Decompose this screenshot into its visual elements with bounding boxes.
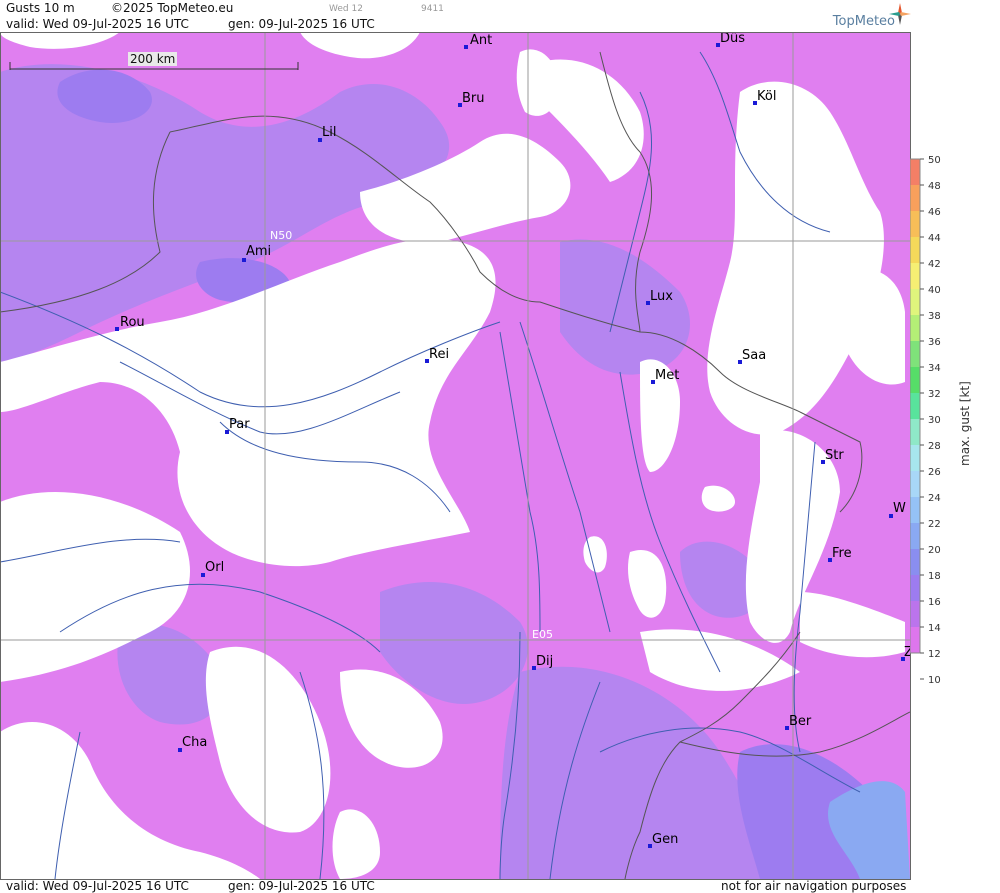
legend-swatch bbox=[910, 367, 920, 393]
legend-tick-label: 26 bbox=[928, 467, 941, 478]
legend-tick-label: 30 bbox=[928, 415, 941, 426]
footer-valid-time: valid: Wed 09-Jul-2025 16 UTC bbox=[6, 879, 189, 893]
legend-swatch bbox=[910, 497, 920, 523]
legend-tick-label: 28 bbox=[928, 441, 941, 452]
legend-swatch bbox=[910, 289, 920, 315]
city-rei[interactable]: Rei bbox=[425, 347, 449, 363]
city-fre[interactable]: Fre bbox=[828, 546, 852, 562]
city-lux[interactable]: Lux bbox=[646, 289, 673, 305]
svg-text:Rei: Rei bbox=[429, 347, 449, 362]
legend-tick-label: 42 bbox=[928, 259, 941, 270]
svg-text:Lux: Lux bbox=[650, 289, 673, 304]
svg-text:Dij: Dij bbox=[536, 654, 553, 669]
svg-text:Rou: Rou bbox=[120, 315, 145, 330]
svg-text:Met: Met bbox=[655, 368, 679, 383]
svg-text:Gen: Gen bbox=[652, 832, 678, 847]
legend-tick-label: 14 bbox=[928, 623, 941, 634]
svg-text:Köl: Köl bbox=[757, 89, 776, 104]
legend-swatch bbox=[910, 575, 920, 601]
legend-swatch bbox=[910, 627, 920, 653]
city-rou[interactable]: Rou bbox=[115, 315, 145, 331]
legend-tick-label: 44 bbox=[928, 233, 941, 244]
legend-swatch bbox=[910, 263, 920, 289]
city-gen[interactable]: Gen bbox=[648, 832, 678, 848]
legend-tick-label: 40 bbox=[928, 285, 941, 296]
legend-swatch bbox=[910, 445, 920, 471]
legend-swatch bbox=[910, 341, 920, 367]
city-met[interactable]: Met bbox=[651, 368, 679, 384]
legend-swatch bbox=[910, 237, 920, 263]
svg-text:Ber: Ber bbox=[789, 714, 812, 729]
svg-text:Düs: Düs bbox=[720, 32, 745, 46]
legend-tick-label: 10 bbox=[928, 675, 941, 686]
city-dus[interactable]: Düs bbox=[716, 32, 745, 47]
small-code: 9411 bbox=[421, 4, 444, 14]
city-cha[interactable]: Cha bbox=[178, 735, 207, 752]
footer-generated-time: gen: 09-Jul-2025 16 UTC bbox=[228, 879, 375, 893]
legend-colorbar: 50 48 46 44 42 40 38 36 34 32 30 28 26 24 22 20 18 16 14 12… bbox=[910, 155, 941, 686]
gust-map[interactable]: N50 E00 E05 Ant Düs Bru Köl Lil Ami Lux … bbox=[0, 32, 910, 879]
legend-swatch bbox=[910, 601, 920, 627]
svg-text:Bru: Bru bbox=[462, 91, 485, 106]
city-bru[interactable]: Bru bbox=[458, 91, 485, 107]
legend-tick-label: 34 bbox=[928, 363, 941, 374]
day-marker: Wed 12 bbox=[329, 4, 363, 14]
legend-tick-label: 16 bbox=[928, 597, 941, 608]
legend-tick-label: 22 bbox=[928, 519, 941, 530]
product-title: Gusts 10 m bbox=[6, 1, 75, 15]
legend-tick-label: 46 bbox=[928, 207, 941, 218]
svg-text:Cha: Cha bbox=[182, 735, 207, 750]
compass-icon bbox=[889, 3, 911, 25]
legend-tick-label: 38 bbox=[928, 311, 941, 322]
city-par[interactable]: Par bbox=[225, 417, 250, 434]
legend-tick-label: 20 bbox=[928, 545, 941, 556]
svg-text:W: W bbox=[893, 501, 906, 516]
legend-tick-label: 36 bbox=[928, 337, 941, 348]
svg-text:Par: Par bbox=[229, 417, 250, 432]
legend-swatch bbox=[910, 185, 920, 211]
legend-swatch bbox=[910, 159, 920, 185]
grid-label-e05: E05 bbox=[532, 628, 553, 641]
legend-tick-label: 18 bbox=[928, 571, 941, 582]
legend-tick-label: 48 bbox=[928, 181, 941, 192]
legend-swatch bbox=[910, 549, 920, 575]
legend-swatch bbox=[910, 211, 920, 237]
legend-swatch bbox=[910, 393, 920, 419]
svg-text:Ami: Ami bbox=[246, 244, 271, 259]
city-orl[interactable]: Orl bbox=[201, 560, 224, 577]
legend-swatch bbox=[910, 315, 920, 341]
svg-text:Orl: Orl bbox=[205, 560, 224, 575]
legend-swatch bbox=[910, 523, 920, 549]
valid-time: valid: Wed 09-Jul-2025 16 UTC bbox=[6, 17, 189, 31]
legend-swatch bbox=[910, 471, 920, 497]
scale-label: 200 km bbox=[128, 52, 178, 66]
city-saa[interactable]: Saa bbox=[738, 348, 766, 364]
copyright: ©2025 TopMeteo.eu bbox=[111, 1, 234, 15]
grid-label-e00: E00 bbox=[4, 628, 25, 641]
svg-text:Fre: Fre bbox=[832, 546, 852, 561]
svg-text:Saa: Saa bbox=[742, 348, 766, 363]
svg-text:Ant: Ant bbox=[470, 33, 492, 48]
generated-time: gen: 09-Jul-2025 16 UTC bbox=[228, 17, 375, 31]
city-dij[interactable]: Dij bbox=[532, 654, 553, 670]
city-str[interactable]: Str bbox=[821, 448, 844, 464]
footer-disclaimer: not for air navigation purposes bbox=[721, 879, 907, 893]
legend-tick-label: 32 bbox=[928, 389, 941, 400]
grid-label-n50: N50 bbox=[270, 229, 292, 242]
legend-tick-label: 24 bbox=[928, 493, 941, 504]
legend-tick-label: 50 bbox=[928, 155, 941, 166]
svg-text:Lil: Lil bbox=[322, 125, 336, 140]
topmeteo-logo: TopMeteo bbox=[832, 14, 895, 29]
legend-title: max. gust [kt] bbox=[958, 381, 972, 466]
legend-swatch bbox=[910, 419, 920, 445]
svg-text:Str: Str bbox=[825, 448, 844, 463]
city-ber[interactable]: Ber bbox=[785, 714, 812, 730]
city-kol[interactable]: Köl bbox=[753, 89, 776, 105]
legend-tick-label: 12 bbox=[928, 649, 941, 660]
